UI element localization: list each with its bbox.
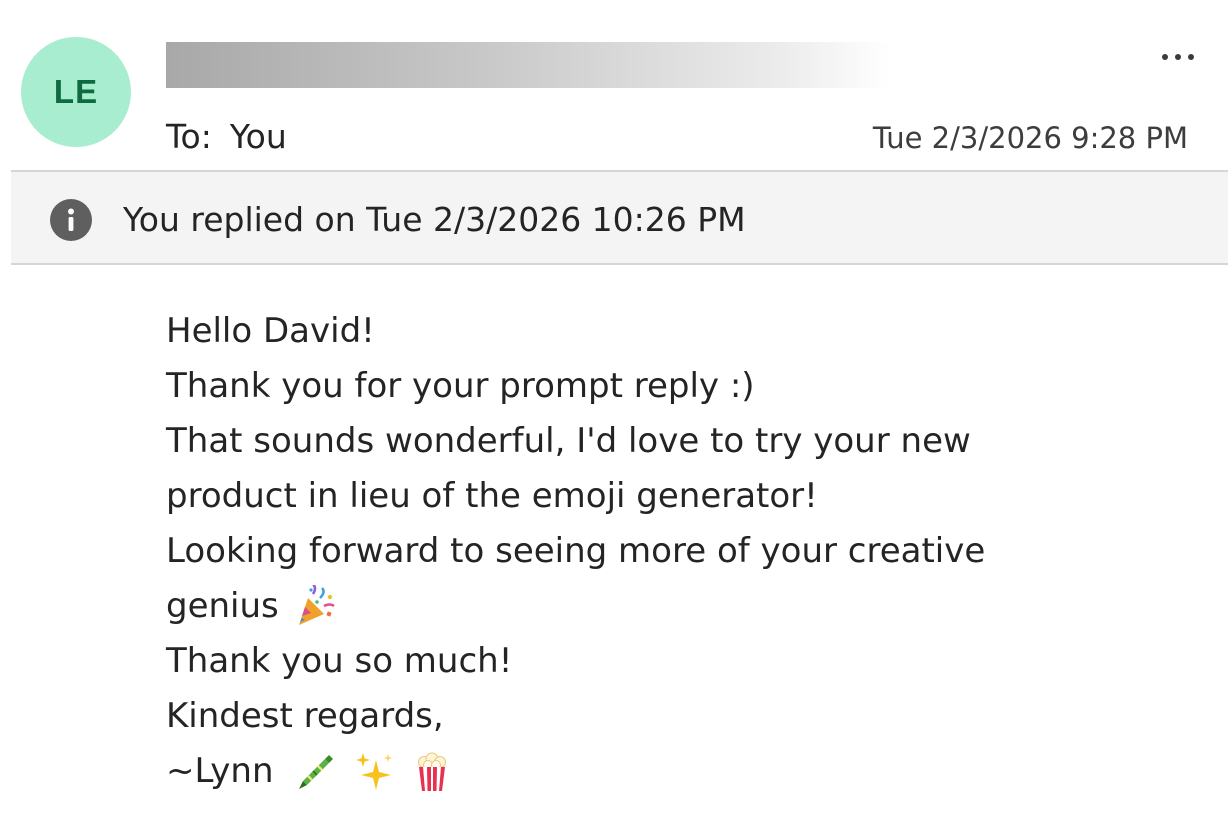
sparkles-icon <box>352 750 396 794</box>
crayon-icon <box>294 750 338 794</box>
more-horizontal-icon <box>1162 54 1194 60</box>
email-reading-pane: LE To: You Tue 2/3/2026 9:28 PM You repli… <box>0 0 1231 822</box>
body-line: Thank you for your prompt reply :) <box>166 366 755 406</box>
sender-avatar[interactable]: LE <box>21 37 131 147</box>
popcorn-icon <box>410 750 454 794</box>
info-icon <box>50 199 92 241</box>
replied-info-bar: You replied on Tue 2/3/2026 10:26 PM <box>11 170 1228 265</box>
sent-timestamp: Tue 2/3/2026 9:28 PM <box>872 121 1188 155</box>
recipient-line: To: You <box>166 116 287 158</box>
more-actions-button[interactable] <box>1152 38 1204 76</box>
recipient-name[interactable]: You <box>230 117 287 156</box>
body-line: Kindest regards, <box>166 696 444 736</box>
body-line: genius <box>166 579 1166 634</box>
sender-name-redacted <box>166 42 891 88</box>
to-label: To: <box>166 117 212 156</box>
body-line: product in lieu of the emoji generator! <box>166 476 818 516</box>
replied-info-text: You replied on Tue 2/3/2026 10:26 PM <box>123 200 746 239</box>
body-line: That sounds wonderful, I'd love to try y… <box>166 421 971 461</box>
message-body: Hello David! Thank you for your prompt r… <box>166 304 1166 799</box>
signature-line: ~Lynn <box>166 744 1166 799</box>
party-popper-icon <box>293 584 337 629</box>
body-line: Thank you so much! <box>166 641 513 681</box>
body-line: Hello David! <box>166 311 375 351</box>
body-line: Looking forward to seeing more of your c… <box>166 531 986 571</box>
avatar-initials: LE <box>53 73 99 110</box>
